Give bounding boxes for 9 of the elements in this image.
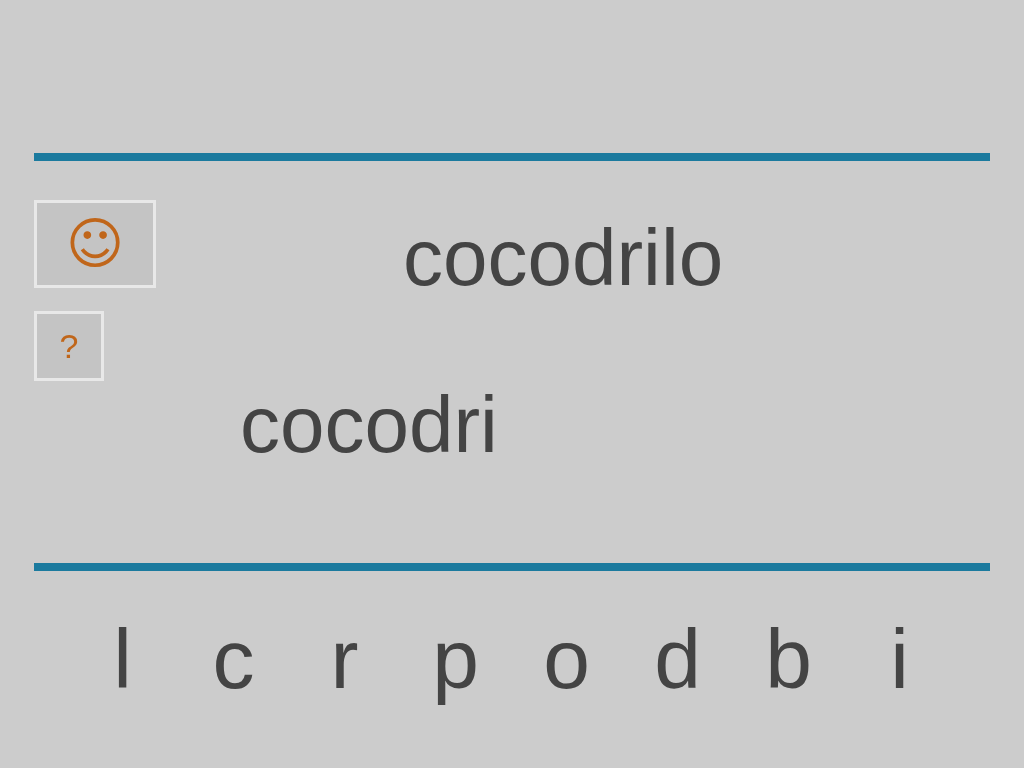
target-word: cocodrilo	[403, 218, 724, 298]
letter-tile[interactable]: c	[212, 617, 255, 701]
letter-tile[interactable]: o	[543, 617, 590, 701]
letter-tile[interactable]: l	[113, 617, 132, 701]
letter-tile[interactable]: r	[330, 617, 359, 701]
answer-word: cocodri	[240, 385, 498, 465]
letter-tile[interactable]: d	[654, 617, 701, 701]
letter-tile[interactable]: i	[890, 617, 909, 701]
letter-tile[interactable]: b	[765, 617, 812, 701]
